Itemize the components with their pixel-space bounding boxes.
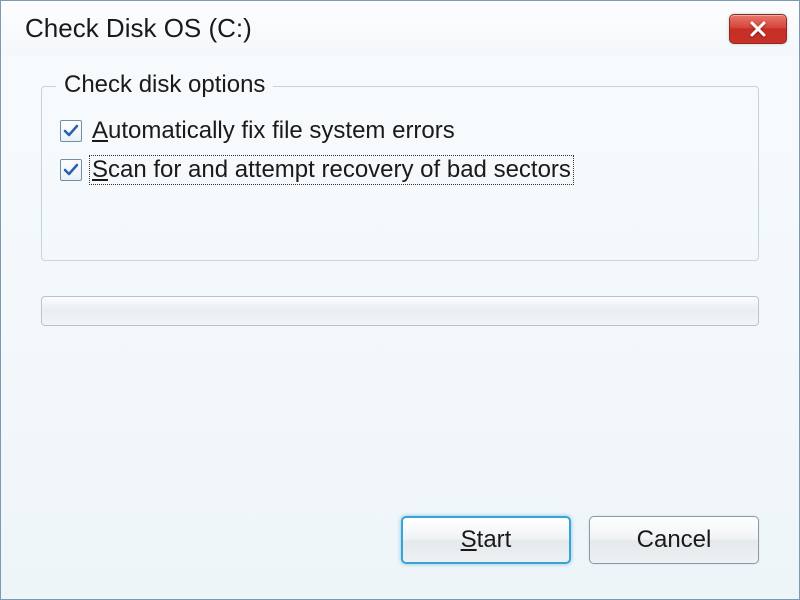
option-scanbad-row: Scan for and attempt recovery of bad sec… [60,155,740,185]
dialog-window: Check Disk OS (C:) Check disk options Au… [0,0,800,600]
checkmark-icon [63,162,79,178]
button-row: Start Cancel [401,516,759,564]
autofix-label: Automatically fix file system errors [92,117,455,145]
start-button[interactable]: Start [401,516,571,564]
titlebar: Check Disk OS (C:) [1,1,799,56]
scanbad-label: Scan for and attempt recovery of bad sec… [89,155,574,185]
groupbox-legend: Check disk options [56,71,273,99]
cancel-button-label: Cancel [637,526,712,554]
close-icon [749,20,767,38]
progress-bar [41,296,759,326]
options-groupbox: Check disk options Automatically fix fil… [41,86,759,261]
dialog-content: Check disk options Automatically fix fil… [1,56,799,326]
window-title: Check Disk OS (C:) [25,13,252,44]
autofix-checkbox[interactable] [60,120,82,142]
scanbad-checkbox[interactable] [60,159,82,181]
cancel-button[interactable]: Cancel [589,516,759,564]
start-button-label: Start [461,526,512,554]
option-autofix-row: Automatically fix file system errors [60,117,740,145]
checkmark-icon [63,123,79,139]
close-button[interactable] [729,14,787,44]
